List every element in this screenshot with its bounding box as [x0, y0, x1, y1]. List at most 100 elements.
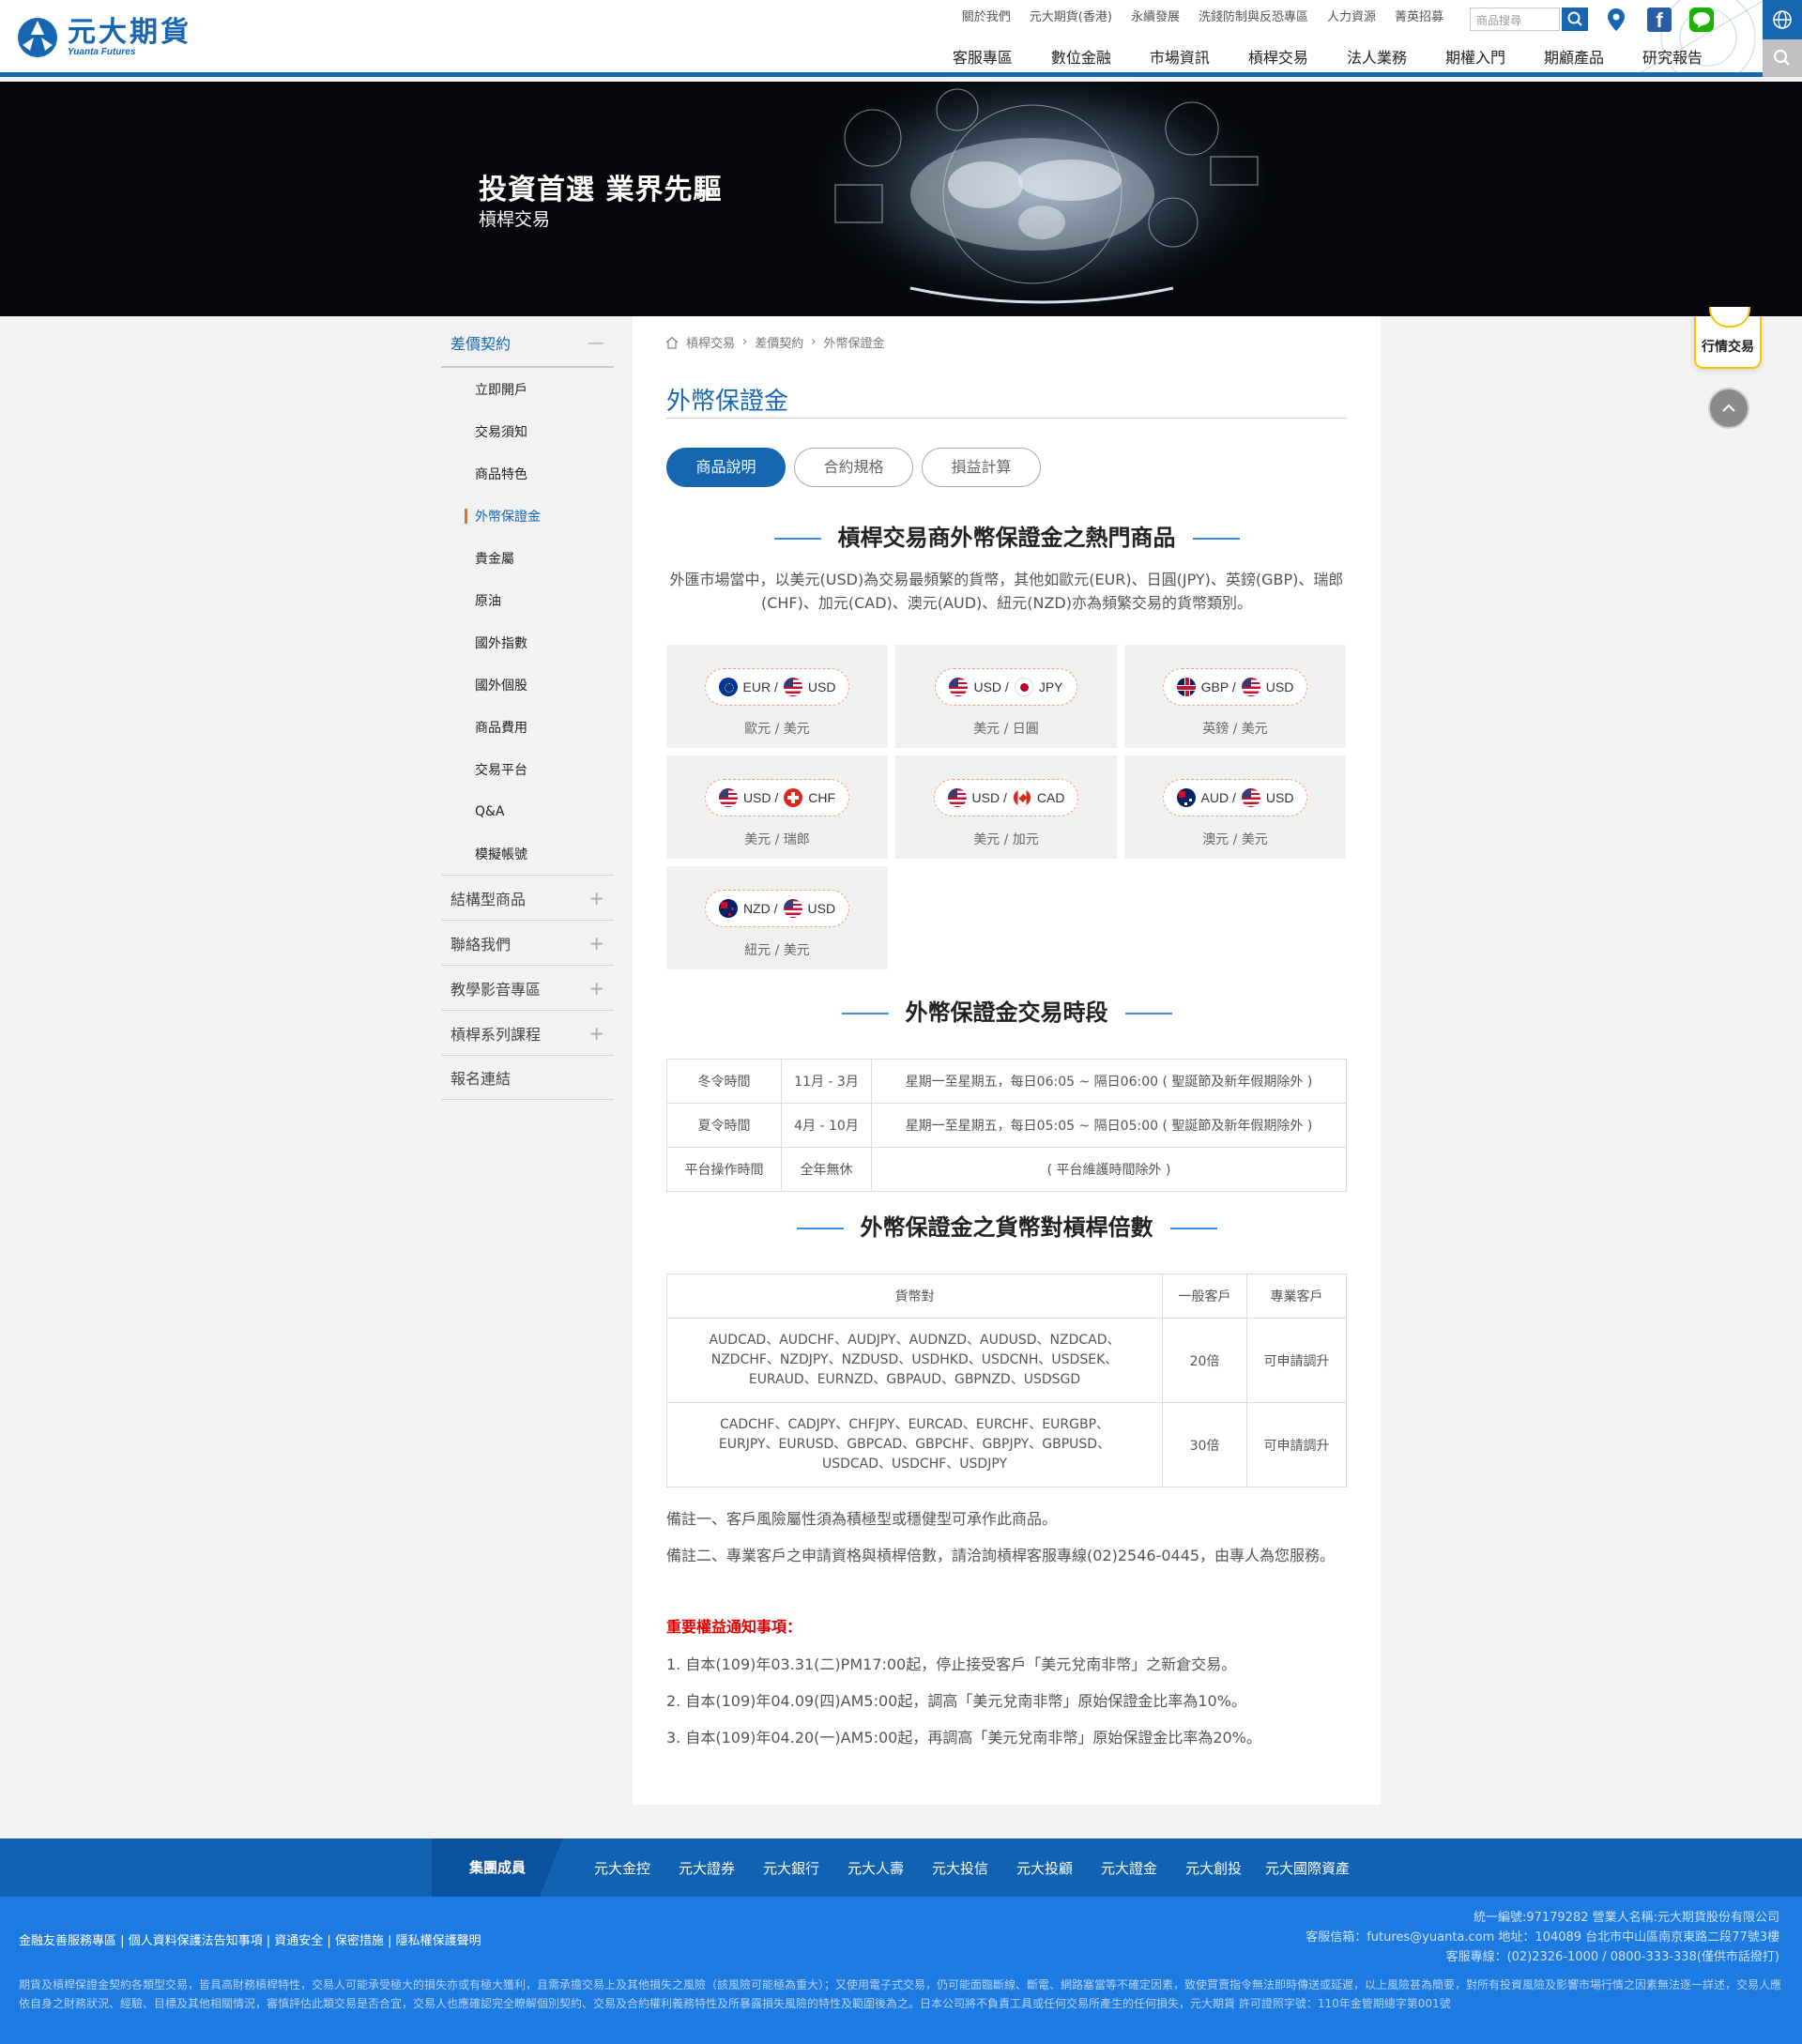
- company-info: 統一編號:97179282 營業人名稱:元大期貨股份有限公司 客服信箱：futu…: [1306, 1908, 1779, 1967]
- pair-card-usdchf[interactable]: USD / CHF 美元 / 瑞郎: [666, 755, 888, 859]
- sidebar-group-video[interactable]: 教學影音專區 +: [441, 965, 614, 1010]
- sidebar-item-fees[interactable]: 商品費用: [441, 706, 614, 748]
- sidebar-head-cfd[interactable]: 差價契約 —: [441, 319, 614, 368]
- sidebar-group-label: 報名連結: [450, 1070, 512, 1088]
- sidebar-item-trading-notes[interactable]: 交易須知: [441, 410, 614, 452]
- nav-leverage-trading[interactable]: 槓桿交易: [1248, 45, 1308, 68]
- breadcrumb-item[interactable]: 槓桿交易: [686, 333, 735, 351]
- language-button[interactable]: [1763, 0, 1802, 39]
- pair-card-nzdusd[interactable]: NZD / USD 紐元 / 美元: [666, 866, 888, 969]
- search-button[interactable]: [1562, 8, 1588, 31]
- table-cell: 可申請調升: [1246, 1402, 1347, 1487]
- sidebar-item-demo-account[interactable]: 模擬帳號: [441, 832, 614, 875]
- group-link[interactable]: 元大金控: [580, 1858, 664, 1878]
- company-info-line: 統一編號:97179282 營業人名稱:元大期貨股份有限公司: [1473, 1911, 1779, 1925]
- top-link-hk[interactable]: 元大期貨(香港): [1030, 9, 1112, 26]
- group-link[interactable]: 元大創投: [1171, 1858, 1256, 1878]
- nav-futures-intro[interactable]: 期權入門: [1445, 45, 1505, 68]
- site-search-button[interactable]: [1763, 39, 1802, 77]
- collapse-icon[interactable]: —: [588, 333, 604, 353]
- pair-chinese-name: 紐元 / 美元: [744, 943, 810, 958]
- title-decoration: [1124, 1013, 1172, 1014]
- group-link[interactable]: 元大投顧: [1002, 1858, 1087, 1878]
- us-flag-icon: [783, 899, 802, 918]
- nav-advisory-products[interactable]: 期顧產品: [1544, 45, 1604, 68]
- nav-research[interactable]: 研究報告: [1642, 45, 1703, 68]
- group-link[interactable]: 元大投信: [918, 1858, 1002, 1878]
- sidebar-group-signup[interactable]: 報名連結: [441, 1055, 614, 1100]
- sidebar-group-structured[interactable]: 結構型商品 +: [441, 875, 614, 920]
- title-decoration: [1169, 1228, 1217, 1229]
- pair-chinese-name: 英鎊 / 美元: [1202, 722, 1268, 737]
- sidebar-item-features[interactable]: 商品特色: [441, 452, 614, 495]
- quote-currency: USD: [1265, 679, 1294, 694]
- product-search-input[interactable]: 商品搜尋: [1470, 8, 1560, 31]
- back-to-top-button[interactable]: [1708, 388, 1749, 429]
- sidebar-group-label: 槓桿系列課程: [450, 1025, 542, 1044]
- quote-trading-widget[interactable]: 行情交易: [1694, 307, 1762, 369]
- sidebar-item-qa[interactable]: Q&A: [441, 790, 614, 832]
- company-info-line: 客服專線：(02)2326-1000 / 0800-333-338(僅供市話撥打…: [1445, 1950, 1779, 1964]
- sidebar-item-precious-metals[interactable]: 貴金屬: [441, 537, 614, 579]
- group-link[interactable]: 元大銀行: [749, 1858, 833, 1878]
- top-link-hr[interactable]: 人力資源: [1327, 9, 1376, 26]
- pair-pill: USD / JPY: [935, 668, 1077, 706]
- pair-card-gbpusd[interactable]: GBP / USD 英鎊 / 美元: [1124, 645, 1346, 748]
- logo-english: Yuanta Futures: [68, 47, 136, 57]
- quote-currency: USD: [807, 901, 836, 916]
- sidebar-item-forex-margin[interactable]: 外幣保證金: [441, 495, 614, 537]
- top-link-aml[interactable]: 洗錢防制與反恐專區: [1199, 9, 1308, 26]
- quote-currency: USD: [1265, 790, 1294, 805]
- banner-subtitle: 槓桿交易: [479, 209, 551, 230]
- pair-chinese-name: 美元 / 加元: [973, 832, 1039, 847]
- us-flag-icon: [783, 678, 802, 696]
- section-title-hours: 外幣保證金交易時段: [666, 994, 1347, 1027]
- swiss-flag-icon: [784, 788, 803, 807]
- pair-pill: EUR / USD: [704, 668, 850, 706]
- top-link-sustainability[interactable]: 永續發展: [1131, 9, 1180, 26]
- pair-card-usdcad[interactable]: USD / CAD 美元 / 加元: [895, 755, 1117, 859]
- sidebar-item-crude-oil[interactable]: 原油: [441, 579, 614, 621]
- group-link[interactable]: 元大人壽: [833, 1858, 918, 1878]
- table-cell: 冬令時間: [666, 1059, 782, 1104]
- top-link-recruit[interactable]: 菁英招募: [1395, 9, 1443, 26]
- expand-icon: +: [588, 1021, 604, 1045]
- sidebar-item-foreign-indices[interactable]: 國外指數: [441, 621, 614, 664]
- pair-pill: USD / CAD: [933, 779, 1079, 816]
- sidebar-group-contact[interactable]: 聯絡我們 +: [441, 920, 614, 965]
- pair-card-eurusd[interactable]: EUR / USD 歐元 / 美元: [666, 645, 888, 748]
- quote-currency: CAD: [1036, 790, 1065, 805]
- nav-customer-service[interactable]: 客服專區: [953, 45, 1013, 68]
- home-icon[interactable]: [665, 336, 679, 349]
- sidebar-head-label: 差價契約: [450, 335, 512, 353]
- tab-pnl-calculator[interactable]: 損益計算: [922, 448, 1041, 487]
- notes: 備註一、客戶風險屬性須為積極型或穩健型可承作此商品。 備註二、專業客戶之申請資格…: [666, 1509, 1347, 1582]
- sidebar-item-platform[interactable]: 交易平台: [441, 748, 614, 790]
- group-link[interactable]: 元大證金: [1087, 1858, 1171, 1878]
- tab-product-description[interactable]: 商品說明: [666, 448, 786, 487]
- pair-card-audusd[interactable]: AUD / USD 澳元 / 美元: [1124, 755, 1346, 859]
- title-decoration: [1192, 538, 1240, 540]
- section-title-popular: 槓桿交易商外幣保證金之熱門商品: [666, 519, 1347, 552]
- sidebar-item-open-account[interactable]: 立即開戶: [441, 368, 614, 410]
- leverage-table: 貨幣對 一般客戶 專業客戶 AUDCAD、AUDCHF、AUDJPY、AUDNZ…: [666, 1274, 1347, 1487]
- table-row: 夏令時間 4月 - 10月 星期一至星期五，每日05:05 ~ 隔日05:00 …: [666, 1103, 1347, 1148]
- sidebar-group-courses[interactable]: 槓桿系列課程 +: [441, 1010, 614, 1055]
- section-title-text: 外幣保證金之貨幣對槓桿倍數: [860, 1214, 1153, 1241]
- sidebar-item-foreign-stocks[interactable]: 國外個股: [441, 664, 614, 706]
- tab-contract-specs[interactable]: 合約規格: [794, 448, 913, 487]
- pair-card-usdjpy[interactable]: USD / JPY 美元 / 日圓: [895, 645, 1117, 748]
- nav-market-info[interactable]: 市場資訊: [1150, 45, 1210, 68]
- top-link-about[interactable]: 關於我們: [962, 9, 1011, 26]
- footer-links[interactable]: 金融友善服務專區 | 個人資料保護法告知事項 | 資通安全 | 保密措施 | 隱…: [19, 1930, 481, 1948]
- sidebar: 差價契約 — 立即開戶 交易須知 商品特色 外幣保證金 貴金屬 原油 國外指數 …: [441, 319, 614, 1100]
- nav-digital-finance[interactable]: 數位金融: [1051, 45, 1111, 68]
- breadcrumb-item[interactable]: 差價契約: [755, 333, 803, 351]
- nav-institutional[interactable]: 法人業務: [1347, 45, 1407, 68]
- group-members-bar: 集團成員 元大金控 元大證券 元大銀行 元大人壽 元大投信 元大投顧 元大證金 …: [0, 1838, 1802, 1897]
- group-link[interactable]: 元大證券: [664, 1858, 749, 1878]
- page-title: 外幣保證金: [666, 388, 789, 416]
- logo[interactable]: 元大期貨 Yuanta Futures: [17, 17, 191, 58]
- eu-flag-icon: [718, 678, 738, 696]
- group-link[interactable]: 元大國際資產: [1256, 1858, 1359, 1878]
